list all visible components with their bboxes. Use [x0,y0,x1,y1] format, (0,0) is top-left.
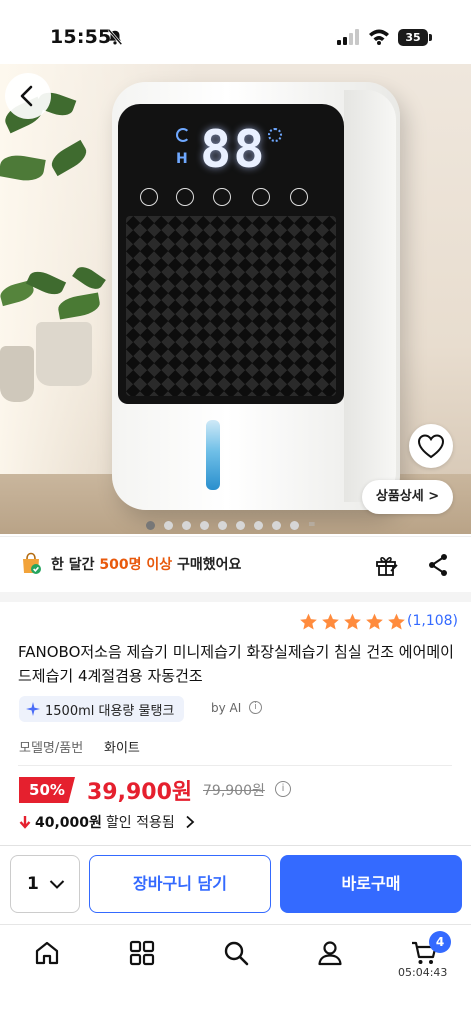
info-icon[interactable]: i [249,701,262,714]
heart-icon [417,434,445,459]
pagination-dot[interactable] [182,520,191,530]
control-panel: H 88 [118,104,344,404]
moon-display-icon [176,128,190,142]
chevron-down-icon [49,880,65,889]
wishlist-button[interactable] [409,424,453,468]
profile-icon[interactable] [316,939,344,967]
sale-price: 39,900원 [87,780,193,805]
mode-button-icon [252,188,270,206]
purchase-suffix: 구매했어요 [172,557,242,573]
pagination-dot[interactable] [290,520,299,530]
display-digits: 88 [200,120,267,180]
timer-button-icon [176,188,194,206]
pagination-dot[interactable] [236,520,245,530]
pagination-dot[interactable] [146,520,155,530]
quantity-value: 1 [27,874,39,894]
water-tank-window [206,420,220,490]
more-dots-icon: = [308,519,316,530]
star-icon [366,613,383,630]
star-icon [322,613,339,630]
by-ai-label: by AI [211,701,242,715]
coupon-amount: 40,000원 [35,815,102,831]
divider [18,765,452,766]
chevron-right-icon [186,815,195,829]
status-bar: 15:55 35 [0,0,471,64]
price-info-icon[interactable]: i [275,781,291,797]
plant-pot [36,322,92,386]
pagination-dot[interactable] [254,520,263,530]
wifi-icon [369,29,389,45]
bell-muted-icon [107,28,123,46]
signal-icon [337,29,359,45]
purchase-prefix: 한 달간 [51,557,100,573]
back-button[interactable] [5,73,51,119]
category-icon[interactable] [128,939,156,967]
chevron-left-icon [20,85,33,107]
review-count-link[interactable]: (1,108) [407,613,458,629]
gift-icon[interactable] [374,552,400,578]
purchase-highlight: 500명 이상 [99,557,173,573]
coupon-text: 할인 적용됨 [105,815,175,831]
model-label: 모델명/품번 [19,741,84,756]
light-button-icon [213,188,231,206]
pagination-dot[interactable] [272,520,281,530]
buy-now-button[interactable]: 바로구매 [280,855,462,913]
rating-stars[interactable] [298,612,407,632]
share-icon[interactable] [427,553,449,577]
product-detail-button[interactable]: 상품상세 > [362,480,453,514]
product-image[interactable]: H 88 [0,64,471,534]
original-price: 79,900원 [203,783,265,799]
coupon-discount-row[interactable]: 40,000원 할인 적용됨 [19,812,195,832]
sleep-button-icon [140,188,158,206]
ai-chip-label: 1500ml 대용량 물탱크 [45,703,175,719]
overlay-clock: 05:04:43 [398,966,448,979]
sparkle-icon [26,702,40,716]
star-icon [388,613,405,630]
ai-feature-chip[interactable]: 1500ml 대용량 물탱크 [19,696,185,722]
plant-pot [0,346,34,402]
search-icon[interactable] [222,939,250,967]
power-button-icon [290,188,308,206]
pagination-dot[interactable] [218,520,227,530]
add-to-cart-button[interactable]: 장바구니 담기 [89,855,271,913]
quantity-select[interactable]: 1 [10,855,80,913]
arrow-down-icon [19,816,31,829]
h-label: H [176,151,188,167]
dehumidifier-device: H 88 [112,82,400,510]
divider [0,845,471,846]
home-icon[interactable] [33,939,61,967]
shopping-bag-icon [23,552,41,574]
device-side [344,90,396,502]
section-gap [0,592,471,602]
pagination-dot[interactable] [164,520,173,530]
battery-cap [429,34,432,41]
status-time: 15:55 [50,26,112,48]
star-icon [344,613,361,630]
model-value: 화이트 [104,741,140,756]
grille-pattern [126,216,336,396]
purchase-count-text: 한 달간 500명 이상 구매했어요 [51,554,241,574]
divider [0,536,471,537]
battery-indicator: 35 [398,29,428,46]
discount-badge: 50% [19,777,75,803]
cart-count-badge: 4 [429,931,451,953]
pagination-dot[interactable] [200,520,209,530]
star-icon [300,613,317,630]
image-pagination: = [146,519,317,531]
divider [0,924,471,925]
product-title: FANOBO저소음 제습기 미니제습기 화장실제습기 침실 건조 에어메이드제습… [18,643,454,685]
snowflake-icon [268,128,282,142]
